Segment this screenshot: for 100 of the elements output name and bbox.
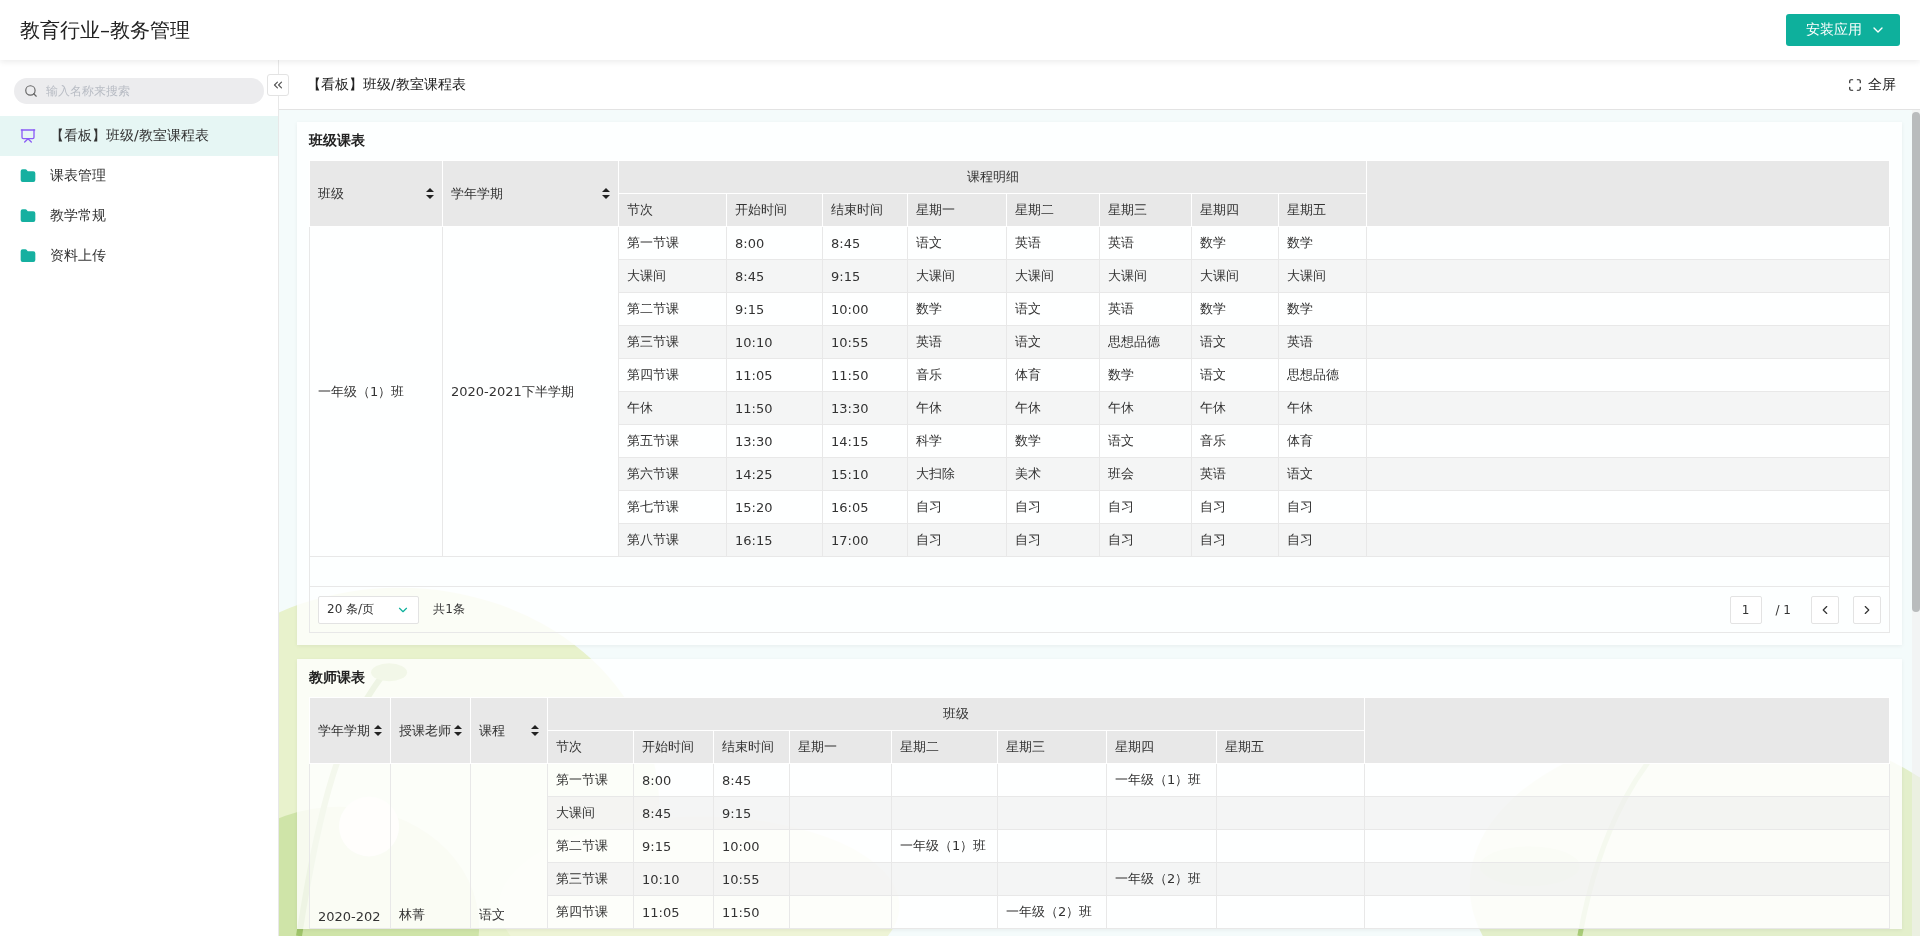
page-input[interactable]: 1 [1729, 595, 1762, 624]
sort-icon[interactable] [602, 188, 610, 199]
table-cell: 8:45 [713, 763, 790, 797]
table-cell: 8:45 [726, 259, 823, 293]
sidebar-item[interactable]: 资料上传 [0, 236, 278, 276]
table-cell: 9:15 [822, 259, 908, 293]
table-cell: 第六节课 [618, 457, 727, 491]
folder-icon [20, 248, 36, 264]
table-cell: 自习 [1099, 490, 1192, 524]
table-cell: 11:50 [713, 895, 790, 929]
table-cell: 自习 [1278, 490, 1367, 524]
sidebar-item[interactable]: 教学常规 [0, 196, 278, 236]
table-cell: 自习 [1006, 490, 1100, 524]
sort-icon[interactable] [426, 188, 434, 199]
column-header: 星期一 [907, 193, 1007, 227]
table-cell: 11:05 [633, 895, 714, 929]
table-cell: 英语 [1191, 457, 1279, 491]
scrollbar-thumb[interactable] [1912, 112, 1920, 612]
table-cell: 15:20 [726, 490, 823, 524]
table-cell: 11:50 [822, 358, 908, 392]
table-cell: 9:15 [633, 829, 714, 863]
table-cell: 午休 [1006, 391, 1100, 425]
table-cell: 数学 [1006, 424, 1100, 458]
collapse-sidebar-button[interactable] [267, 74, 289, 96]
column-header[interactable]: 课程 [470, 697, 548, 764]
column-header: 星期五 [1278, 193, 1367, 227]
table-cell: 13:30 [822, 391, 908, 425]
table-cell: 第四节课 [547, 895, 634, 929]
table-cell: 一年级（1）班 [1106, 763, 1217, 797]
table-cell: 第一节课 [547, 763, 634, 797]
table-cell: 10:00 [713, 829, 790, 863]
table-cell: 11:50 [726, 391, 823, 425]
table-cell: 数学 [1278, 226, 1367, 260]
sort-icon[interactable] [374, 725, 382, 736]
table-cell: 自习 [1191, 523, 1279, 557]
card-title: 教师课表 [309, 669, 366, 687]
table-cell: 一年级（2）班 [1106, 862, 1217, 896]
column-header[interactable]: 学年学期 [442, 160, 619, 227]
table-cell: 英语 [1099, 226, 1192, 260]
column-header: 节次 [547, 730, 634, 764]
table-cell: 第二节课 [618, 292, 727, 326]
column-group-header: 课程明细 [618, 160, 1367, 194]
table-cell: 第五节课 [618, 424, 727, 458]
table-cell: 第二节课 [547, 829, 634, 863]
table-cell: 语文 [1006, 325, 1100, 359]
table-cell: 英语 [1006, 226, 1100, 260]
scrollbar[interactable] [1912, 110, 1920, 936]
table-cell: 语文 [1191, 358, 1279, 392]
table-cell: 大课间 [1099, 259, 1192, 293]
table-cell: 自习 [907, 523, 1007, 557]
table-cell: 英语 [1099, 292, 1192, 326]
table-cell: 数学 [1278, 292, 1367, 326]
folder-icon [20, 208, 36, 224]
column-header[interactable]: 学年学期 [309, 697, 391, 764]
column-header[interactable]: 授课老师 [390, 697, 471, 764]
table-cell: 英语 [907, 325, 1007, 359]
table-cell: 语文 [1278, 457, 1367, 491]
folder-icon [20, 168, 36, 184]
column-header: 星期五 [1216, 730, 1365, 764]
table-cell: 一年级（2）班 [997, 895, 1107, 929]
table-cell: 班会 [1099, 457, 1192, 491]
page-size-select[interactable]: 20 条/页 [318, 595, 420, 624]
app-title: 教育行业–教务管理 [20, 16, 190, 44]
table-cell: 16:05 [822, 490, 908, 524]
column-header: 星期二 [891, 730, 998, 764]
column-header: 节次 [618, 193, 727, 227]
table-cell: 午休 [1278, 391, 1367, 425]
sidebar-item[interactable]: 【看板】班级/教室课程表 [0, 116, 278, 156]
table-cell: 第四节课 [618, 358, 727, 392]
table-cell: 体育 [1278, 424, 1367, 458]
presentation-icon [20, 128, 36, 144]
sort-icon[interactable] [454, 725, 462, 736]
table-cell: 语文 [1099, 424, 1192, 458]
table-cell: 10:10 [726, 325, 823, 359]
table-cell: 英语 [1278, 325, 1367, 359]
table-cell: 10:00 [822, 292, 908, 326]
table-cell: 大扫除 [907, 457, 1007, 491]
sidebar-item[interactable]: 课表管理 [0, 156, 278, 196]
table-cell: 数学 [1099, 358, 1192, 392]
table-cell: 大课间 [1278, 259, 1367, 293]
table-cell: 10:55 [822, 325, 908, 359]
column-group-header: 班级 [547, 697, 1365, 731]
table-cell: 数学 [907, 292, 1007, 326]
table-cell: 大课间 [618, 259, 727, 293]
table-cell: 13:30 [726, 424, 823, 458]
sort-icon[interactable] [531, 725, 539, 736]
table-cell: 数学 [1191, 226, 1279, 260]
table-cell: 语文 [1006, 292, 1100, 326]
column-header[interactable]: 班级 [309, 160, 443, 227]
table-cell: 思想品德 [1099, 325, 1192, 359]
table-cell: 8:00 [633, 763, 714, 797]
fullscreen-icon [1848, 77, 1862, 92]
column-header: 开始时间 [726, 193, 823, 227]
table-cell: 一年级（1）班 [309, 226, 443, 557]
fullscreen-button[interactable]: 全屏 [1848, 75, 1896, 94]
table-cell: 一年级（1）班 [891, 829, 998, 863]
table-cell: 大课间 [547, 796, 634, 830]
table-cell: 音乐 [907, 358, 1007, 392]
table-cell: 8:45 [822, 226, 908, 260]
chevrons-left-icon [271, 78, 285, 92]
